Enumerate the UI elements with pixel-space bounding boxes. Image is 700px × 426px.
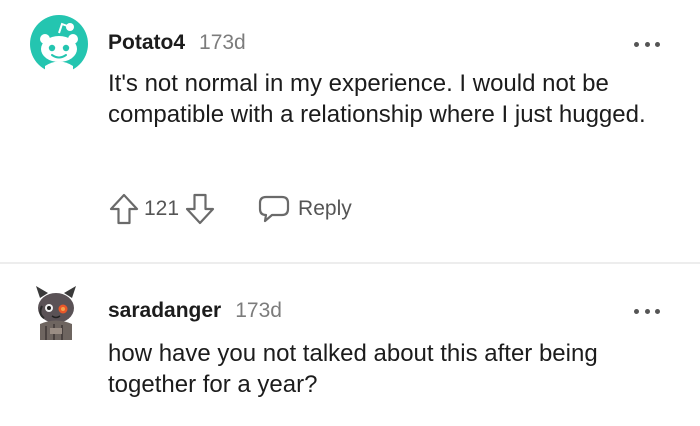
more-options-button[interactable] bbox=[634, 306, 660, 316]
more-options-button[interactable] bbox=[634, 39, 660, 49]
author-name[interactable]: saradanger bbox=[108, 299, 221, 323]
downvote-button[interactable] bbox=[184, 192, 216, 226]
comment-meta: Potato4 173d bbox=[108, 31, 246, 55]
avatar[interactable] bbox=[30, 15, 88, 73]
ellipsis-icon bbox=[634, 308, 639, 314]
reply-button[interactable]: Reply bbox=[258, 194, 352, 224]
speech-bubble-icon bbox=[258, 195, 290, 223]
comment-body: how have you not talked about this after… bbox=[108, 340, 598, 398]
ellipsis-icon bbox=[634, 41, 639, 47]
comment-age: 173d bbox=[199, 31, 246, 54]
cat-avatar-icon bbox=[36, 286, 76, 340]
comment-body: It's not normal in my experience. I woul… bbox=[108, 70, 646, 128]
comment: Potato4 173d It's not normal in my exper… bbox=[0, 0, 700, 262]
comment: saradanger 173d how have you not talked … bbox=[0, 264, 700, 426]
arrow-up-outline-icon bbox=[109, 193, 139, 225]
snoo-avatar-icon bbox=[30, 15, 88, 73]
upvote-button[interactable] bbox=[108, 192, 140, 226]
author-name[interactable]: Potato4 bbox=[108, 31, 185, 55]
comment-age: 173d bbox=[235, 299, 282, 322]
reply-label: Reply bbox=[298, 197, 352, 220]
avatar[interactable] bbox=[30, 284, 82, 340]
comment-actions: 121 Reply bbox=[108, 191, 352, 227]
vote-score: 121 bbox=[144, 197, 180, 220]
comment-meta: saradanger 173d bbox=[108, 299, 282, 323]
arrow-down-outline-icon bbox=[185, 193, 215, 225]
